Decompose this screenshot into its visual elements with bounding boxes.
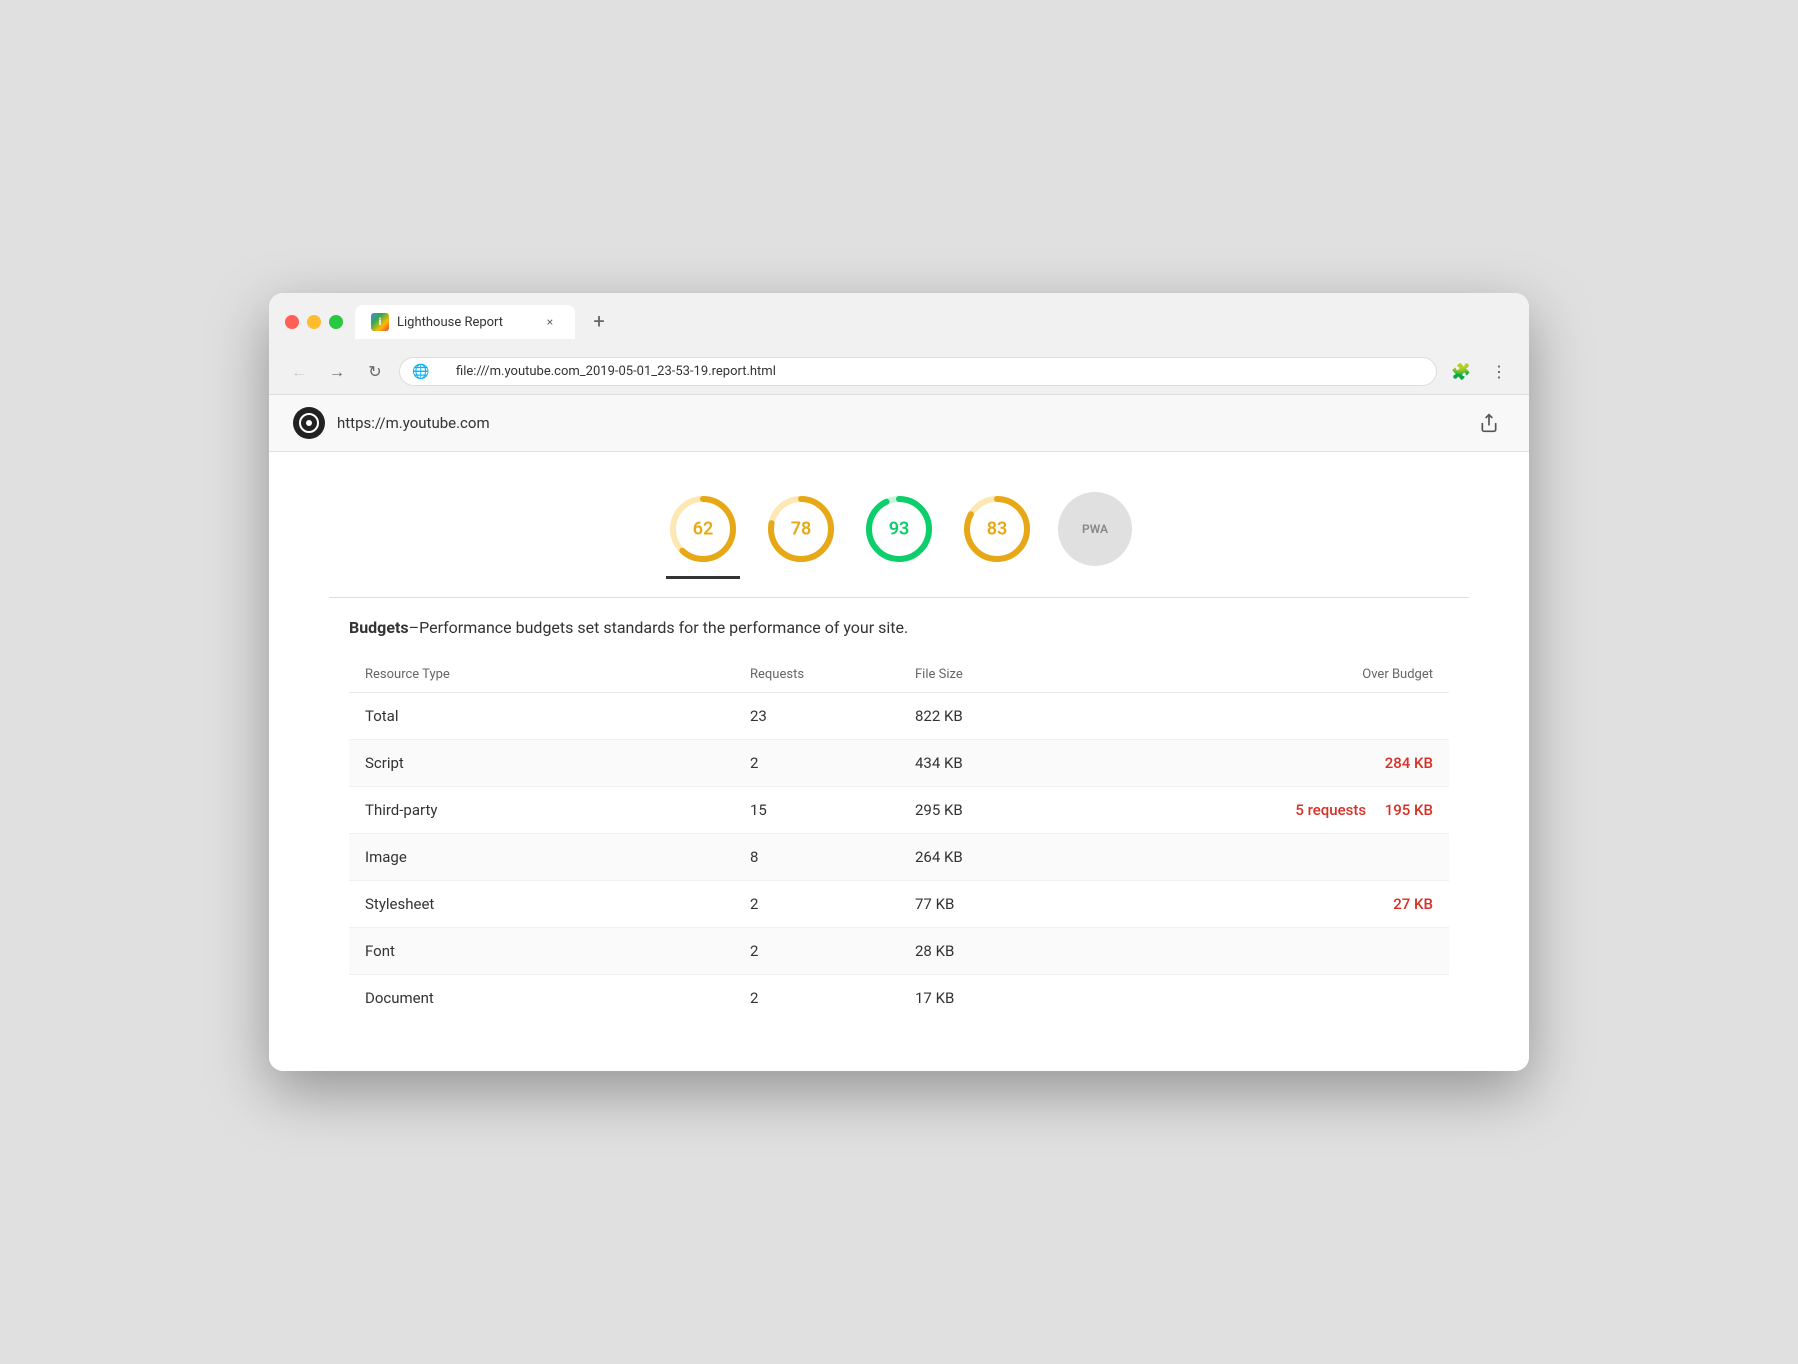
- cell-resource-image: Image: [349, 834, 734, 881]
- share-button[interactable]: [1473, 407, 1505, 439]
- site-header-left: https://m.youtube.com: [293, 407, 490, 439]
- cell-resource-third-party: Third-party: [349, 787, 734, 834]
- extensions-button[interactable]: 🧩: [1447, 358, 1475, 386]
- browser-window: i Lighthouse Report × + ← → ↻ 🌐 file:///…: [269, 293, 1529, 1071]
- pwa-circle: PWA: [1058, 492, 1132, 566]
- cell-requests-font: 2: [734, 928, 899, 975]
- cell-filesize-script: 434 KB: [899, 740, 1119, 787]
- menu-button[interactable]: ⋮: [1485, 358, 1513, 386]
- cell-requests-stylesheet: 2: [734, 881, 899, 928]
- budget-table: Resource Type Requests File Size Over Bu…: [349, 657, 1449, 1021]
- tab-favicon: i: [371, 313, 389, 331]
- size-over-stylesheet: 27 KB: [1393, 895, 1433, 913]
- col-header-requests: Requests: [734, 657, 899, 693]
- traffic-lights: [285, 315, 343, 329]
- col-header-resource: Resource Type: [349, 657, 734, 693]
- new-tab-button[interactable]: +: [583, 305, 615, 337]
- cell-overbudget-stylesheet: 27 KB: [1119, 881, 1449, 928]
- globe-icon: 🌐: [412, 364, 429, 380]
- cell-filesize-total: 822 KB: [899, 693, 1119, 740]
- cell-requests-third-party: 15: [734, 787, 899, 834]
- cell-overbudget-script: 284 KB: [1119, 740, 1449, 787]
- cell-requests-script: 2: [734, 740, 899, 787]
- cell-resource-stylesheet: Stylesheet: [349, 881, 734, 928]
- site-logo: [293, 407, 325, 439]
- table-row: Document 2 17 KB: [349, 975, 1449, 1022]
- title-bar: i Lighthouse Report × +: [269, 293, 1529, 349]
- tab-close-button[interactable]: ×: [541, 313, 559, 331]
- cell-overbudget-document: [1119, 975, 1449, 1022]
- tab-title: Lighthouse Report: [397, 315, 533, 330]
- cell-overbudget-total: [1119, 693, 1449, 740]
- address-bar[interactable]: 🌐 file:///m.youtube.com_2019-05-01_23-53…: [399, 357, 1437, 386]
- score-value-performance: 62: [693, 519, 714, 540]
- score-underline-performance: [666, 576, 740, 579]
- col-header-filesize: File Size: [899, 657, 1119, 693]
- score-value-accessibility: 78: [791, 519, 812, 540]
- score-circle-seo: 83: [960, 492, 1034, 566]
- score-best-practices: 93: [862, 492, 936, 579]
- cell-resource-document: Document: [349, 975, 734, 1022]
- score-circle-best-practices: 93: [862, 492, 936, 566]
- back-button[interactable]: ←: [285, 358, 313, 386]
- cell-filesize-font: 28 KB: [899, 928, 1119, 975]
- cell-filesize-document: 17 KB: [899, 975, 1119, 1022]
- cell-requests-image: 8: [734, 834, 899, 881]
- cell-filesize-third-party: 295 KB: [899, 787, 1119, 834]
- content: 62 78: [269, 452, 1529, 1071]
- cell-resource-total: Total: [349, 693, 734, 740]
- table-row: Image 8 264 KB: [349, 834, 1449, 881]
- cell-overbudget-image: [1119, 834, 1449, 881]
- cell-requests-total: 23: [734, 693, 899, 740]
- cell-resource-font: Font: [349, 928, 734, 975]
- site-url: https://m.youtube.com: [337, 414, 490, 432]
- site-header: https://m.youtube.com: [269, 395, 1529, 452]
- table-row: Font 2 28 KB: [349, 928, 1449, 975]
- table-row: Stylesheet 2 77 KB 27 KB: [349, 881, 1449, 928]
- size-over-script: 284 KB: [1385, 754, 1433, 772]
- address-text: file:///m.youtube.com_2019-05-01_23-53-1…: [456, 364, 776, 379]
- budgets-section: Budgets–Performance budgets set standard…: [269, 598, 1529, 1041]
- pwa-label: PWA: [1082, 522, 1108, 536]
- forward-button[interactable]: →: [323, 358, 351, 386]
- requests-over-third-party: 5 requests: [1295, 801, 1366, 819]
- score-pwa: PWA: [1058, 492, 1132, 579]
- tabs-row: i Lighthouse Report × +: [355, 305, 1513, 339]
- cell-filesize-image: 264 KB: [899, 834, 1119, 881]
- cell-requests-document: 2: [734, 975, 899, 1022]
- score-circle-performance: 62: [666, 492, 740, 566]
- size-over-third-party: 195 KB: [1385, 801, 1433, 819]
- address-bar-row: ← → ↻ 🌐 file:///m.youtube.com_2019-05-01…: [269, 349, 1529, 395]
- table-row: Script 2 434 KB 284 KB: [349, 740, 1449, 787]
- minimize-traffic-light[interactable]: [307, 315, 321, 329]
- col-header-overbudget: Over Budget: [1119, 657, 1449, 693]
- cell-overbudget-third-party: 5 requests 195 KB: [1119, 787, 1449, 834]
- maximize-traffic-light[interactable]: [329, 315, 343, 329]
- score-circle-accessibility: 78: [764, 492, 838, 566]
- table-row: Third-party 15 295 KB 5 requests 195 KB: [349, 787, 1449, 834]
- cell-overbudget-font: [1119, 928, 1449, 975]
- score-performance: 62: [666, 492, 740, 579]
- reload-button[interactable]: ↻: [361, 358, 389, 386]
- active-tab[interactable]: i Lighthouse Report ×: [355, 305, 575, 339]
- score-value-best-practices: 93: [889, 519, 910, 540]
- title-bar-top: i Lighthouse Report × +: [285, 305, 1513, 339]
- close-traffic-light[interactable]: [285, 315, 299, 329]
- score-accessibility: 78: [764, 492, 838, 579]
- cell-resource-script: Script: [349, 740, 734, 787]
- score-seo: 83: [960, 492, 1034, 579]
- score-value-seo: 83: [987, 519, 1008, 540]
- table-header-row: Resource Type Requests File Size Over Bu…: [349, 657, 1449, 693]
- scores-row: 62 78: [269, 472, 1529, 589]
- section-title: Budgets–Performance budgets set standard…: [349, 618, 1449, 637]
- table-row: Total 23 822 KB: [349, 693, 1449, 740]
- cell-filesize-stylesheet: 77 KB: [899, 881, 1119, 928]
